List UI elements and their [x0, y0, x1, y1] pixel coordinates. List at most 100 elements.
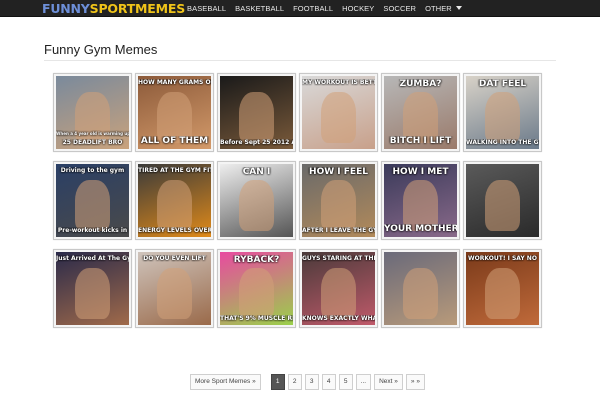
- meme-image: DAT FEEL WALKING INTO THE GYM ON CHEST DA…: [466, 76, 539, 149]
- meme-thumbnail[interactable]: DAT FEEL WALKING INTO THE GYM ON CHEST DA…: [463, 73, 542, 152]
- meme-thumbnail[interactable]: MY WORKOUT IS BETTER THAN YOURS: [299, 73, 378, 152]
- nav-soccer[interactable]: SOCCER: [383, 0, 416, 17]
- meme-caption-top: HOW MANY GRAMS OF PROTEIN DO I EAT?: [138, 79, 211, 86]
- page-button-3[interactable]: 3: [304, 374, 319, 390]
- meme-figure: [238, 268, 274, 320]
- meme-figure: [484, 180, 520, 232]
- page-button-2[interactable]: 2: [287, 374, 302, 390]
- meme-caption-top: HOW I MET: [392, 167, 449, 177]
- meme-thumbnail[interactable]: TIRED AT THE GYM FIT GIRL WALKS IN ENERGY…: [135, 161, 214, 240]
- meme-caption-top: RYBACK?: [233, 255, 280, 265]
- meme-image: HOW MANY GRAMS OF PROTEIN DO I EAT? ALL O…: [138, 76, 211, 149]
- meme-caption-top: TIRED AT THE GYM FIT GIRL WALKS IN: [138, 167, 211, 174]
- page-button-1[interactable]: 1: [270, 374, 285, 390]
- meme-thumbnail[interactable]: ZUMBA? BITCH I LIFT: [381, 73, 460, 152]
- top-navbar: FUNNYSPORTMEMES BASEBALL BASKETBALL FOOT…: [0, 0, 600, 17]
- meme-caption-bottom: ALL OF THEM: [140, 136, 209, 146]
- meme-figure: [156, 180, 192, 232]
- meme-thumbnail[interactable]: GUYS STARING AT THE GYM KNOWS EXACTLY WHA…: [299, 249, 378, 328]
- meme-caption-bottom: Before Sept 25 2012 After Sept 25 2013: [220, 139, 293, 146]
- meme-image: When a 4 year old is warming up with you…: [56, 76, 129, 149]
- site-logo[interactable]: FUNNYSPORTMEMES: [42, 1, 185, 16]
- meme-thumbnail[interactable]: WORKOUT! I SAY NO: [463, 249, 542, 328]
- pagination: More Sport Memes » 1 2 3 4 5... Next »» »: [190, 374, 428, 390]
- meme-figure: [320, 268, 356, 320]
- meme-figure: [484, 92, 520, 144]
- pagination-ellipsis: ...: [355, 374, 372, 390]
- page-button-4[interactable]: 4: [321, 374, 336, 390]
- meme-image: HOW I MET YOUR MOTHER: [384, 164, 457, 237]
- meme-caption-top: DAT FEEL: [478, 79, 527, 89]
- meme-caption-bottom: ENERGY LEVELS OVER 9000!: [138, 227, 211, 234]
- meme-caption-bottom: KNOWS EXACTLY WHAT SHE'S: [302, 315, 375, 322]
- meme-thumbnail[interactable]: HOW I FEEL AFTER I LEAVE THE GYM: [299, 161, 378, 240]
- meme-caption-top: HOW I FEEL: [309, 167, 368, 177]
- next-page-button[interactable]: Next »: [374, 374, 403, 390]
- meme-caption-bottom: Pre-workout kicks in: [57, 227, 128, 234]
- meme-thumbnail[interactable]: HOW MANY GRAMS OF PROTEIN DO I EAT? ALL O…: [135, 73, 214, 152]
- meme-caption-bottom: THAT'S 9% MUSCLE RIGHT?: [220, 315, 293, 322]
- meme-thumbnail[interactable]: CAN I: [217, 161, 296, 240]
- meme-thumbnail[interactable]: Driving to the gym Pre-workout kicks in: [53, 161, 132, 240]
- meme-thumbnail[interactable]: Just Arrived At The Gym Forgot My "Headp…: [53, 249, 132, 328]
- meme-image: MY WORKOUT IS BETTER THAN YOURS: [302, 76, 375, 149]
- caret-down-icon: [455, 6, 462, 10]
- meme-image: Just Arrived At The Gym Forgot My "Headp…: [56, 252, 129, 325]
- meme-image: Before Sept 25 2012 After Sept 25 2013: [220, 76, 293, 149]
- meme-figure: [156, 268, 192, 320]
- meme-thumbnail[interactable]: Before Sept 25 2012 After Sept 25 2013: [217, 73, 296, 152]
- title-divider: [44, 60, 556, 61]
- meme-caption-bottom: 25 DEADLIFT BRO: [62, 139, 123, 146]
- nav-basketball[interactable]: BASKETBALL: [235, 0, 284, 17]
- meme-thumbnail[interactable]: [381, 249, 460, 328]
- nav-football[interactable]: FOOTBALL: [293, 0, 333, 17]
- meme-caption-top: ZUMBA?: [399, 79, 442, 89]
- meme-thumbnail[interactable]: HOW I MET YOUR MOTHER: [381, 161, 460, 240]
- meme-figure: [484, 268, 520, 320]
- main-nav: BASEBALL BASKETBALL FOOTBALL HOCKEY SOCC…: [187, 0, 471, 17]
- meme-caption-top: Driving to the gym: [60, 167, 125, 174]
- meme-caption-bottom: WALKING INTO THE GYM ON CHEST DAY: [466, 139, 539, 146]
- meme-image: [384, 252, 457, 325]
- meme-image: TIRED AT THE GYM FIT GIRL WALKS IN ENERGY…: [138, 164, 211, 237]
- meme-figure: [402, 268, 438, 320]
- meme-image: WORKOUT! I SAY NO: [466, 252, 539, 325]
- meme-figure: [74, 268, 110, 320]
- more-memes-button[interactable]: More Sport Memes »: [190, 374, 261, 390]
- nav-baseball[interactable]: BASEBALL: [187, 0, 226, 17]
- meme-thumbnail[interactable]: [463, 161, 542, 240]
- nav-other-label: OTHER: [425, 4, 452, 13]
- meme-caption-top: MY WORKOUT IS BETTER THAN YOURS: [302, 79, 375, 86]
- meme-caption-top: DO YOU EVEN LIFT: [143, 255, 206, 262]
- meme-caption-top: CAN I: [242, 167, 271, 177]
- meme-image: GUYS STARING AT THE GYM KNOWS EXACTLY WHA…: [302, 252, 375, 325]
- meme-thumbnail[interactable]: When a 4 year old is warming up with you…: [53, 73, 132, 152]
- logo-text-sportmemes: SPORTMEMES: [89, 1, 186, 16]
- nav-other-dropdown[interactable]: OTHER: [425, 0, 462, 17]
- meme-figure: [238, 92, 274, 144]
- last-page-button[interactable]: » »: [405, 374, 425, 390]
- meme-thumbnail[interactable]: RYBACK? THAT'S 9% MUSCLE RIGHT?: [217, 249, 296, 328]
- meme-figure: [74, 180, 110, 232]
- meme-caption-bottom: YOUR MOTHER: [384, 224, 457, 234]
- meme-image: RYBACK? THAT'S 9% MUSCLE RIGHT?: [220, 252, 293, 325]
- meme-caption-top: GUYS STARING AT THE GYM: [302, 255, 375, 262]
- meme-figure: [320, 180, 356, 232]
- meme-image: CAN I: [220, 164, 293, 237]
- meme-image: Driving to the gym Pre-workout kicks in: [56, 164, 129, 237]
- meme-figure: [320, 92, 356, 144]
- meme-caption-bottom: BITCH I LIFT: [389, 136, 452, 146]
- logo-text-funny: FUNNY: [42, 1, 90, 16]
- meme-caption-top: Just Arrived At The Gym Forgot My "Headp…: [56, 255, 129, 262]
- meme-thumbnail[interactable]: DO YOU EVEN LIFT: [135, 249, 214, 328]
- meme-image: DO YOU EVEN LIFT: [138, 252, 211, 325]
- meme-image: HOW I FEEL AFTER I LEAVE THE GYM: [302, 164, 375, 237]
- meme-image: ZUMBA? BITCH I LIFT: [384, 76, 457, 149]
- meme-caption-small: When a 4 year old is warming up with you…: [56, 131, 129, 136]
- page-button-5[interactable]: 5: [338, 374, 353, 390]
- nav-hockey[interactable]: HOCKEY: [342, 0, 374, 17]
- meme-image: [466, 164, 539, 237]
- meme-caption-top: WORKOUT! I SAY NO: [468, 255, 537, 262]
- page-title: Funny Gym Memes: [44, 42, 158, 57]
- meme-caption-bottom: AFTER I LEAVE THE GYM: [302, 227, 375, 234]
